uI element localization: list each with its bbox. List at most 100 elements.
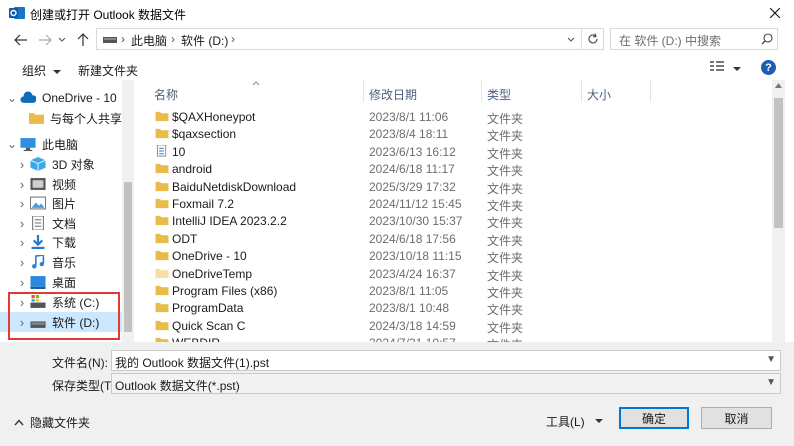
filetype-select[interactable]: Outlook 数据文件(*.pst) ▼ — [111, 373, 781, 394]
desktop-icon — [30, 276, 46, 289]
hide-folders-label: 隐藏文件夹 — [30, 416, 91, 430]
chevron-right-icon[interactable]: › — [14, 235, 30, 250]
nav-item[interactable]: › 文档 — [0, 213, 122, 233]
chevron-down-icon[interactable]: ⌄ — [4, 137, 20, 151]
file-date: 2025/3/29 17:32 — [369, 179, 456, 194]
tools-button[interactable]: 工具(L) — [546, 411, 608, 431]
nav-item[interactable]: › 3D 对象 — [0, 154, 122, 174]
refresh-icon[interactable] — [587, 33, 599, 45]
chevron-right-icon[interactable]: › — [14, 275, 30, 290]
chevron-down-icon[interactable]: ▼ — [766, 354, 776, 365]
chevron-down-icon[interactable]: ▼ — [766, 377, 776, 388]
file-date: 2024/3/18 14:59 — [369, 318, 456, 333]
file-row[interactable]: android 2024/6/18 11:17 文件夹 — [140, 160, 766, 178]
nav-item[interactable]: ⌄ 此电脑 — [0, 134, 122, 154]
file-row[interactable]: Foxmail 7.2 2024/11/12 15:45 文件夹 — [140, 195, 766, 213]
folder-icon — [155, 111, 169, 122]
nav-item-label: OneDrive - 10 — [42, 91, 117, 105]
chevron-right-icon[interactable]: › — [14, 157, 30, 172]
picture-icon — [30, 196, 46, 210]
forward-button[interactable] — [36, 31, 54, 49]
folder-icon — [155, 285, 169, 296]
music-icon — [32, 255, 45, 269]
organize-button[interactable]: 组织 — [22, 62, 62, 79]
scroll-up-icon[interactable] — [775, 83, 782, 88]
folder-light-icon — [155, 268, 169, 278]
file-row[interactable]: IntelliJ IDEA 2023.2.2 2023/10/30 15:37 文件… — [140, 212, 766, 230]
back-button[interactable] — [12, 31, 30, 49]
file-list-scrollbar-thumb[interactable] — [774, 98, 783, 228]
nav-item[interactable]: › 下载 — [0, 232, 122, 252]
folder-icon — [155, 164, 169, 174]
file-name: Foxmail 7.2 — [172, 197, 235, 211]
nav-item[interactable]: › 音乐 — [0, 252, 122, 272]
folder-document-icon — [156, 144, 167, 157]
file-date: 2023/8/4 18:11 — [369, 127, 449, 142]
up-button[interactable] — [74, 31, 92, 49]
file-row[interactable]: OneDrive - 10 2023/10/18 11:15 文件夹 — [140, 247, 766, 265]
nav-item[interactable]: › 视频 — [0, 174, 122, 194]
nav-item-label: 下载 — [52, 235, 77, 250]
breadcrumb-separator-icon: › — [231, 32, 235, 46]
chevron-right-icon[interactable]: › — [14, 255, 30, 270]
nav-item[interactable]: ⌄ OneDrive - 10 — [0, 88, 122, 108]
file-row[interactable]: ProgramData 2023/8/1 10:48 文件夹 — [140, 299, 766, 317]
file-name: android — [172, 162, 213, 177]
chevron-down-icon — [58, 37, 66, 42]
new-folder-button[interactable]: 新建文件夹 — [78, 62, 138, 79]
chevron-down-icon[interactable]: ⌄ — [4, 91, 20, 105]
file-name: $QAXHoneypot — [172, 110, 256, 124]
view-grid-icon — [710, 61, 724, 71]
nav-item[interactable]: › 图片 — [0, 193, 122, 213]
file-row[interactable]: Program Files (x86) 2023/8/1 11:05 文件夹 — [140, 282, 766, 300]
nav-scrollbar[interactable] — [122, 80, 134, 342]
filetype-label: 保存类型(T): — [52, 379, 119, 393]
arrow-up-icon — [77, 33, 89, 46]
filename-input[interactable]: 我的 Outlook 数据文件(1).pst ▼ — [111, 350, 781, 371]
file-name: ODT — [172, 231, 198, 246]
breadcrumb-drive-d[interactable]: 软件 (D:) — [181, 32, 228, 49]
hide-folders-toggle[interactable]: 隐藏文件夹 — [14, 414, 90, 431]
nav-item-label: 文档 — [52, 216, 77, 231]
close-button[interactable] — [756, 0, 794, 26]
close-icon — [770, 8, 780, 18]
chevron-right-icon[interactable]: › — [14, 196, 30, 211]
cube-icon — [30, 157, 46, 171]
chevron-right-icon[interactable]: › — [14, 177, 30, 192]
nav-scrollbar-thumb[interactable] — [124, 182, 132, 332]
file-list: $QAXHoneypot 2023/8/1 11:06 文件夹 $qaxsection… — [140, 80, 780, 342]
address-bar[interactable]: › 此电脑 › 软件 (D:) › — [96, 28, 604, 50]
help-icon[interactable]: ? — [761, 60, 776, 75]
folder-icon — [155, 303, 169, 313]
recent-locations-button[interactable] — [56, 31, 68, 49]
outlook-app-icon — [9, 7, 25, 19]
chevron-up-icon — [14, 419, 24, 426]
view-options-button[interactable] — [710, 60, 742, 75]
file-date: 2023/8/1 11:06 — [369, 110, 449, 124]
search-input[interactable]: 在 软件 (D:) 中搜索 — [610, 28, 778, 50]
file-row[interactable]: OneDriveTemp 2023/4/24 16:37 文件夹 — [140, 265, 766, 283]
file-row[interactable]: ODT 2024/6/18 17:56 文件夹 — [140, 230, 766, 248]
filetype-value: Outlook 数据文件(*.pst) — [115, 379, 240, 393]
ok-button[interactable]: 确定 — [619, 407, 689, 429]
cancel-button[interactable]: 取消 — [701, 407, 772, 429]
divider — [581, 29, 582, 49]
file-row[interactable]: $qaxsection 2023/8/4 18:11 文件夹 — [140, 125, 766, 143]
breadcrumb-this-pc[interactable]: 此电脑 — [131, 32, 167, 49]
file-row[interactable]: WEBDIR2024/7/31 10:57文件夹 — [140, 334, 766, 342]
file-row[interactable]: 10 2023/6/13 16:12 文件夹 — [140, 143, 766, 161]
address-dropdown-icon[interactable] — [567, 37, 575, 43]
nav-item[interactable]: › 桌面 — [0, 272, 122, 292]
nav-item[interactable]: 与每个人共享 — [0, 108, 122, 128]
organize-label: 组织 — [22, 64, 47, 78]
file-row[interactable]: Quick Scan C 2024/3/18 14:59 文件夹 — [140, 317, 766, 335]
chevron-right-icon[interactable]: › — [14, 216, 30, 231]
file-date: 2023/10/18 11:15 — [369, 249, 462, 264]
folder-icon — [155, 129, 169, 139]
folder-icon — [155, 233, 169, 243]
drive-highlight-box — [8, 292, 120, 340]
window-title: 创建或打开 Outlook 数据文件 — [30, 8, 187, 22]
file-row[interactable]: BaiduNetdiskDownload 2025/3/29 17:32 文件夹 — [140, 178, 766, 196]
chevron-down-icon — [53, 70, 62, 74]
file-row[interactable]: $QAXHoneypot 2023/8/1 11:06 文件夹 — [140, 108, 766, 126]
